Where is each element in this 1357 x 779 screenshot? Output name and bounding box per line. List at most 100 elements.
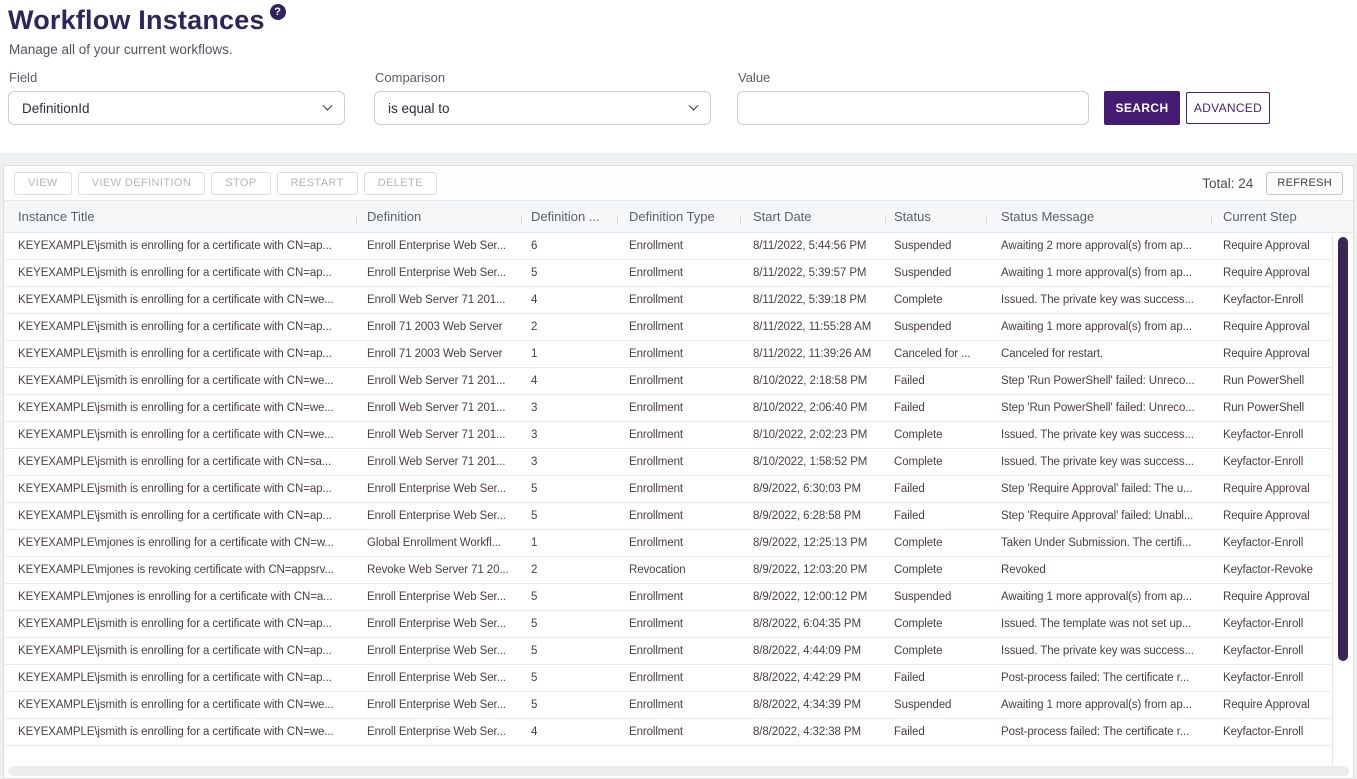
total-count: Total: 24 <box>1202 176 1253 191</box>
table-row[interactable]: KEYEXAMPLE\jsmith is enrolling for a cer… <box>4 314 1353 341</box>
column-header-start-date[interactable]: Start Date <box>740 209 885 224</box>
column-header-definition-id[interactable]: Definition ... <box>521 209 617 224</box>
table-row[interactable]: KEYEXAMPLE\jsmith is enrolling for a cer… <box>4 476 1353 503</box>
cell-definition: Enroll Web Server 71 201... <box>356 456 521 468</box>
cell-definition-id: 5 <box>521 645 617 657</box>
column-header-status-message[interactable]: Status Message <box>986 209 1211 224</box>
cell-status: Complete <box>885 618 986 630</box>
advanced-button[interactable]: ADVANCED <box>1186 92 1270 124</box>
cell-start-date: 8/10/2022, 1:58:52 PM <box>740 456 885 468</box>
cell-definition-type: Enrollment <box>617 240 740 252</box>
cell-definition-type: Enrollment <box>617 294 740 306</box>
cell-definition-id: 3 <box>521 456 617 468</box>
cell-current-step: Require Approval <box>1211 240 1331 252</box>
delete-button[interactable]: DELETE <box>364 172 437 195</box>
column-header-definition[interactable]: Definition <box>356 209 521 224</box>
table-row[interactable]: KEYEXAMPLE\jsmith is enrolling for a cer… <box>4 233 1353 260</box>
table-row[interactable]: KEYEXAMPLE\mjones is revoking certificat… <box>4 557 1353 584</box>
table-row[interactable]: KEYEXAMPLE\jsmith is enrolling for a cer… <box>4 449 1353 476</box>
cell-definition: Global Enrollment Workfl... <box>356 537 521 549</box>
stop-button[interactable]: STOP <box>211 172 270 195</box>
cell-start-date: 8/11/2022, 5:39:18 PM <box>740 294 885 306</box>
cell-status-message: Issued. The template was not set up... <box>986 618 1211 630</box>
table-row[interactable]: KEYEXAMPLE\jsmith is enrolling for a cer… <box>4 638 1353 665</box>
cell-instance-title: KEYEXAMPLE\jsmith is enrolling for a cer… <box>4 510 356 522</box>
table-row[interactable]: KEYEXAMPLE\jsmith is enrolling for a cer… <box>4 368 1353 395</box>
vertical-scrollbar-thumb[interactable] <box>1338 237 1348 661</box>
value-input[interactable] <box>737 91 1089 125</box>
table-row[interactable]: KEYEXAMPLE\jsmith is enrolling for a cer… <box>4 260 1353 287</box>
table-row[interactable]: KEYEXAMPLE\jsmith is enrolling for a cer… <box>4 503 1353 530</box>
table-row[interactable]: KEYEXAMPLE\mjones is enrolling for a cer… <box>4 530 1353 557</box>
cell-instance-title: KEYEXAMPLE\jsmith is enrolling for a cer… <box>4 429 356 441</box>
cell-current-step: Keyfactor-Enroll <box>1211 294 1331 306</box>
search-button[interactable]: SEARCH <box>1104 91 1180 125</box>
cell-definition-id: 2 <box>521 564 617 576</box>
cell-definition-id: 5 <box>521 618 617 630</box>
cell-definition: Enroll Enterprise Web Ser... <box>356 267 521 279</box>
cell-current-step: Run PowerShell <box>1211 375 1331 387</box>
cell-status-message: Canceled for restart. <box>986 348 1211 360</box>
cell-status-message: Awaiting 1 more approval(s) from ap... <box>986 699 1211 711</box>
table-row[interactable]: KEYEXAMPLE\mjones is enrolling for a cer… <box>4 584 1353 611</box>
restart-button[interactable]: RESTART <box>277 172 358 195</box>
cell-status: Complete <box>885 645 986 657</box>
cell-current-step: Keyfactor-Enroll <box>1211 429 1331 441</box>
vertical-scrollbar[interactable] <box>1332 235 1353 765</box>
column-header-definition-type[interactable]: Definition Type <box>617 209 740 224</box>
table-row[interactable]: KEYEXAMPLE\jsmith is enrolling for a cer… <box>4 665 1353 692</box>
cell-start-date: 8/8/2022, 4:42:29 PM <box>740 672 885 684</box>
cell-status: Failed <box>885 402 986 414</box>
field-select[interactable]: DefinitionId <box>8 91 345 125</box>
table-row[interactable]: KEYEXAMPLE\jsmith is enrolling for a cer… <box>4 692 1353 719</box>
cell-definition-id: 5 <box>521 699 617 711</box>
view-button[interactable]: VIEW <box>14 172 72 195</box>
cell-instance-title: KEYEXAMPLE\mjones is enrolling for a cer… <box>4 591 356 603</box>
cell-definition-type: Enrollment <box>617 672 740 684</box>
cell-status: Complete <box>885 564 986 576</box>
view-definition-button[interactable]: VIEW DEFINITION <box>78 172 206 195</box>
cell-definition: Enroll Web Server 71 201... <box>356 429 521 441</box>
cell-start-date: 8/9/2022, 12:25:13 PM <box>740 537 885 549</box>
cell-definition-type: Enrollment <box>617 726 740 738</box>
cell-definition-type: Enrollment <box>617 510 740 522</box>
cell-start-date: 8/11/2022, 5:44:56 PM <box>740 240 885 252</box>
cell-current-step: Keyfactor-Revoke <box>1211 564 1331 576</box>
cell-instance-title: KEYEXAMPLE\jsmith is enrolling for a cer… <box>4 321 356 333</box>
table-row[interactable]: KEYEXAMPLE\jsmith is enrolling for a cer… <box>4 287 1353 314</box>
cell-start-date: 8/9/2022, 12:00:12 PM <box>740 591 885 603</box>
workflow-instances-panel: VIEW VIEW DEFINITIONSTOP RESTART DELETE Tot… <box>3 165 1354 779</box>
cell-definition-id: 6 <box>521 240 617 252</box>
cell-definition-id: 4 <box>521 726 617 738</box>
cell-status-message: Issued. The private key was success... <box>986 456 1211 468</box>
table-row[interactable]: KEYEXAMPLE\jsmith is enrolling for a cer… <box>4 341 1353 368</box>
cell-definition-id: 3 <box>521 402 617 414</box>
horizontal-scrollbar[interactable] <box>8 766 1349 776</box>
cell-definition-type: Enrollment <box>617 537 740 549</box>
table-row[interactable]: KEYEXAMPLE\jsmith is enrolling for a cer… <box>4 395 1353 422</box>
help-icon[interactable]: ? <box>270 4 286 20</box>
column-header-instance-title[interactable]: Instance Title <box>4 209 356 224</box>
cell-status-message: Post-process failed: The certificate r..… <box>986 726 1211 738</box>
cell-start-date: 8/10/2022, 2:02:23 PM <box>740 429 885 441</box>
field-select-value: DefinitionId <box>22 101 90 116</box>
cell-status: Failed <box>885 726 986 738</box>
cell-status-message: Taken Under Submission. The certifi... <box>986 537 1211 549</box>
table-row[interactable]: KEYEXAMPLE\jsmith is enrolling for a cer… <box>4 611 1353 638</box>
comparison-select[interactable]: is equal to <box>374 91 711 125</box>
table-row[interactable]: KEYEXAMPLE\jsmith is enrolling for a cer… <box>4 422 1353 449</box>
grid-toolbar: VIEW VIEW DEFINITIONSTOP RESTART DELETE Tot… <box>4 166 1353 201</box>
cell-definition-type: Enrollment <box>617 321 740 333</box>
cell-start-date: 8/9/2022, 12:03:20 PM <box>740 564 885 576</box>
cell-start-date: 8/9/2022, 6:30:03 PM <box>740 483 885 495</box>
cell-status: Failed <box>885 375 986 387</box>
cell-status-message: Issued. The private key was success... <box>986 294 1211 306</box>
column-header-current-step[interactable]: Current Step <box>1211 209 1331 224</box>
column-header-status[interactable]: Status <box>885 209 986 224</box>
cell-status: Complete <box>885 294 986 306</box>
cell-current-step: Require Approval <box>1211 348 1331 360</box>
refresh-button[interactable]: REFRESH <box>1266 172 1343 195</box>
cell-definition-id: 5 <box>521 483 617 495</box>
table-row[interactable]: KEYEXAMPLE\jsmith is enrolling for a cer… <box>4 719 1353 746</box>
cell-status: Complete <box>885 456 986 468</box>
